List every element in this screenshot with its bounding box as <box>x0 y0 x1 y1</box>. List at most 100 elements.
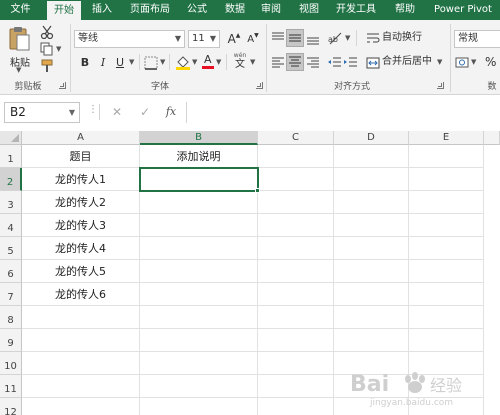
cell-c7[interactable] <box>258 283 334 306</box>
cell-b12[interactable] <box>140 398 258 415</box>
align-middle-button[interactable] <box>286 29 304 47</box>
cell-a4[interactable]: 龙的传人3 <box>22 214 140 237</box>
decrease-font-size-button[interactable]: A ▼ <box>244 30 262 48</box>
cell-b6[interactable] <box>140 260 258 283</box>
column-header-partial[interactable] <box>484 131 500 145</box>
tab-developer[interactable]: 开发工具 <box>331 0 381 20</box>
cell-e5[interactable] <box>409 237 484 260</box>
cell-b11[interactable] <box>140 375 258 398</box>
chevron-down-icon[interactable]: ▼ <box>192 58 197 66</box>
align-bottom-icon[interactable] <box>305 31 321 47</box>
tab-power-pivot[interactable]: Power Pivot <box>430 0 496 20</box>
row-header-12[interactable]: 12 <box>0 398 22 415</box>
underline-button[interactable]: U <box>111 53 129 71</box>
chevron-down-icon[interactable]: ▼ <box>216 58 221 66</box>
tab-formulas[interactable]: 公式 <box>182 0 212 20</box>
chevron-down-icon[interactable]: ▼ <box>345 34 350 42</box>
chevron-down-icon[interactable]: ▼ <box>129 58 134 66</box>
cell-c6[interactable] <box>258 260 334 283</box>
cell-d8[interactable] <box>334 306 409 329</box>
decrease-indent-icon[interactable] <box>327 55 343 71</box>
align-left-icon[interactable] <box>270 55 286 71</box>
align-center-button[interactable] <box>286 53 304 71</box>
insert-function-button[interactable]: fx <box>162 103 180 121</box>
cell-d2[interactable] <box>334 168 409 191</box>
bold-button[interactable]: B <box>76 53 94 71</box>
fill-color-icon[interactable] <box>175 54 191 70</box>
cell-d9[interactable] <box>334 329 409 352</box>
tab-page-layout[interactable]: 页面布局 <box>125 0 175 20</box>
align-top-icon[interactable] <box>270 31 286 47</box>
cell-a6[interactable]: 龙的传人5 <box>22 260 140 283</box>
column-header-e[interactable]: E <box>409 131 484 145</box>
cell-e1[interactable] <box>409 145 484 168</box>
cell-d3[interactable] <box>334 191 409 214</box>
cell-c12[interactable] <box>258 398 334 415</box>
row-header-5[interactable]: 5 <box>0 237 22 260</box>
chevron-down-icon[interactable]: ▼ <box>471 58 476 66</box>
row-header-10[interactable]: 10 <box>0 352 22 375</box>
cell-b3[interactable] <box>140 191 258 214</box>
cell-c1[interactable] <box>258 145 334 168</box>
column-header-b[interactable]: B <box>140 131 258 145</box>
cell-a5[interactable]: 龙的传人4 <box>22 237 140 260</box>
format-painter-icon[interactable] <box>40 59 54 73</box>
cell-c2[interactable] <box>258 168 334 191</box>
cell-b5[interactable] <box>140 237 258 260</box>
tab-home[interactable]: 开始 <box>47 1 81 20</box>
column-header-c[interactable]: C <box>258 131 334 145</box>
cell-b7[interactable] <box>140 283 258 306</box>
row-header-9[interactable]: 9 <box>0 329 22 352</box>
cell-b4[interactable] <box>140 214 258 237</box>
merge-center-icon[interactable] <box>366 56 380 70</box>
cell-a12[interactable] <box>22 398 140 415</box>
cell-d5[interactable] <box>334 237 409 260</box>
wrap-text-button[interactable]: 自动换行 <box>382 30 422 46</box>
tab-insert[interactable]: 插入 <box>87 0 117 20</box>
merge-center-button[interactable]: 合并后居中 <box>382 54 432 70</box>
cell-a7[interactable]: 龙的传人6 <box>22 283 140 306</box>
cell-c9[interactable] <box>258 329 334 352</box>
accounting-format-icon[interactable] <box>455 55 471 71</box>
font-name-dropdown[interactable]: 等线 ▼ <box>74 30 185 48</box>
row-header-3[interactable]: 3 <box>0 191 22 214</box>
cell-e2[interactable] <box>409 168 484 191</box>
orientation-icon[interactable]: ab <box>327 30 343 46</box>
cell-a1[interactable]: 题目 <box>22 145 140 168</box>
font-color-button[interactable]: A <box>201 53 215 71</box>
cell-d1[interactable] <box>334 145 409 168</box>
cell-d6[interactable] <box>334 260 409 283</box>
cell-e4[interactable] <box>409 214 484 237</box>
cell-c3[interactable] <box>258 191 334 214</box>
row-header-4[interactable]: 4 <box>0 214 22 237</box>
cell-e6[interactable] <box>409 260 484 283</box>
clipboard-dialog-launcher[interactable] <box>59 82 66 89</box>
fill-handle[interactable] <box>255 188 260 193</box>
wrap-text-icon[interactable] <box>366 31 380 45</box>
italic-button[interactable]: I <box>94 53 112 71</box>
cell-a9[interactable] <box>22 329 140 352</box>
row-header-8[interactable]: 8 <box>0 306 22 329</box>
tab-file[interactable]: 文件 <box>0 0 41 20</box>
row-header-1[interactable]: 1 <box>0 145 22 168</box>
increase-font-size-button[interactable]: A ▲ <box>225 30 243 48</box>
copy-icon[interactable] <box>40 42 54 56</box>
font-dialog-launcher[interactable] <box>256 82 263 89</box>
column-header-a[interactable]: A <box>22 131 140 145</box>
chevron-down-icon[interactable]: ▼ <box>437 58 442 66</box>
cut-icon[interactable] <box>40 25 54 39</box>
cell-a10[interactable] <box>22 352 140 375</box>
formula-input[interactable] <box>186 102 500 123</box>
chevron-down-icon[interactable]: ▼ <box>250 58 255 66</box>
tab-review[interactable]: 审阅 <box>256 0 286 20</box>
column-header-d[interactable]: D <box>334 131 409 145</box>
chevron-down-icon[interactable]: ▼ <box>69 103 75 122</box>
cell-c10[interactable] <box>258 352 334 375</box>
cell-c11[interactable] <box>258 375 334 398</box>
increase-indent-icon[interactable] <box>343 55 359 71</box>
select-all-button[interactable] <box>0 131 22 145</box>
cell-c8[interactable] <box>258 306 334 329</box>
phonetic-guide-button[interactable]: wén 文 <box>232 52 248 72</box>
tab-help[interactable]: 帮助 <box>390 0 420 20</box>
number-format-dropdown[interactable]: 常规 <box>454 30 500 48</box>
